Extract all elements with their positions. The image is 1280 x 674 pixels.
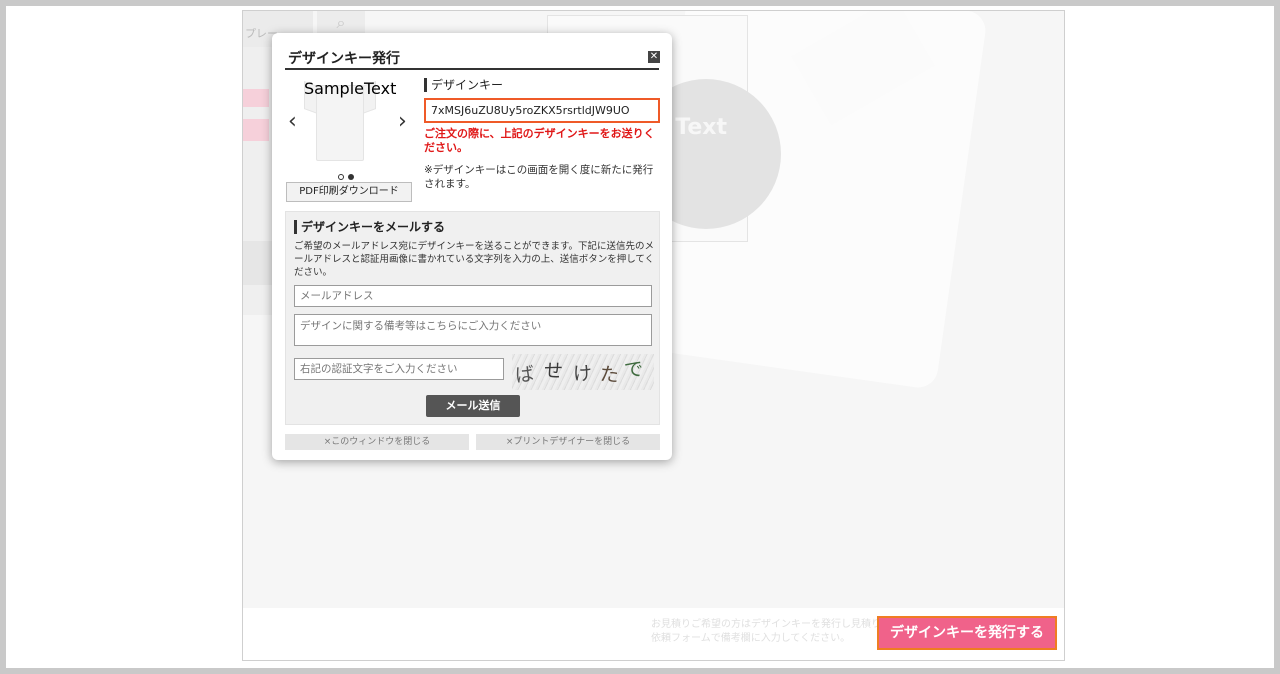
captcha-char: た xyxy=(598,363,620,387)
footer-note: お見積りご希望の方はデザインキーを発行し見積り依頼フォームで備考欄に入力してくだ… xyxy=(651,619,881,644)
mail-section: デザインキーをメールする ご希望のメールアドレス宛にデザインキーを送ることができ… xyxy=(285,211,660,425)
mail-description: ご希望のメールアドレス宛にデザインキーを送ることができます。下記に送信先のメール… xyxy=(294,241,655,278)
close-window-button[interactable]: ×このウィンドウを閉じる xyxy=(285,434,469,450)
carousel-dot[interactable] xyxy=(338,174,344,180)
pdf-download-button[interactable]: PDF印刷ダウンロード xyxy=(286,182,412,202)
captcha-char: せ xyxy=(543,359,564,383)
chevron-left-icon[interactable]: ‹ xyxy=(288,109,297,134)
carousel-dot-active[interactable] xyxy=(348,174,354,180)
bg-print-text: Text xyxy=(675,115,727,140)
mail-heading: デザインキーをメールする xyxy=(294,220,445,234)
captcha-char: け xyxy=(572,362,593,386)
bg-side-button xyxy=(243,241,273,285)
design-key-warning: ご注文の際に、上記のデザインキーをお送りください。 xyxy=(424,127,655,154)
captcha-image: ば せ け た で xyxy=(512,354,654,390)
shirt-print: SampleText xyxy=(304,79,397,98)
bg-pink-button xyxy=(243,119,269,141)
email-field[interactable] xyxy=(294,285,652,307)
note-field[interactable] xyxy=(294,314,652,346)
design-key-note: ※デザインキーはこの画面を開く度に新たに発行されます。 xyxy=(424,164,654,190)
send-mail-button[interactable]: メール送信 xyxy=(426,395,520,417)
captcha-char: ば xyxy=(514,363,536,387)
design-key-field[interactable]: 7xMSJ6uZU8Uy5roZKX5rsrtldJW9UO xyxy=(424,98,660,123)
design-key-modal: デザインキー発行 ✕ ‹ SampleText › PDF印刷ダウンロード デザ… xyxy=(272,33,672,460)
design-key-label: デザインキー xyxy=(424,78,503,92)
captcha-char: で xyxy=(623,358,645,382)
footer-bar: お見積りご希望の方はデザインキーを発行し見積り依頼フォームで備考欄に入力してくだ… xyxy=(243,608,1064,660)
issue-design-key-button[interactable]: デザインキーを発行する xyxy=(877,616,1057,650)
close-designer-button[interactable]: ×プリントデザイナーを閉じる xyxy=(476,434,660,450)
close-icon[interactable]: ✕ xyxy=(648,51,660,63)
captcha-input[interactable] xyxy=(294,358,504,380)
bg-pink-button xyxy=(243,89,269,107)
modal-title: デザインキー発行 xyxy=(288,51,400,67)
divider xyxy=(285,68,659,70)
chevron-right-icon[interactable]: › xyxy=(398,109,407,134)
